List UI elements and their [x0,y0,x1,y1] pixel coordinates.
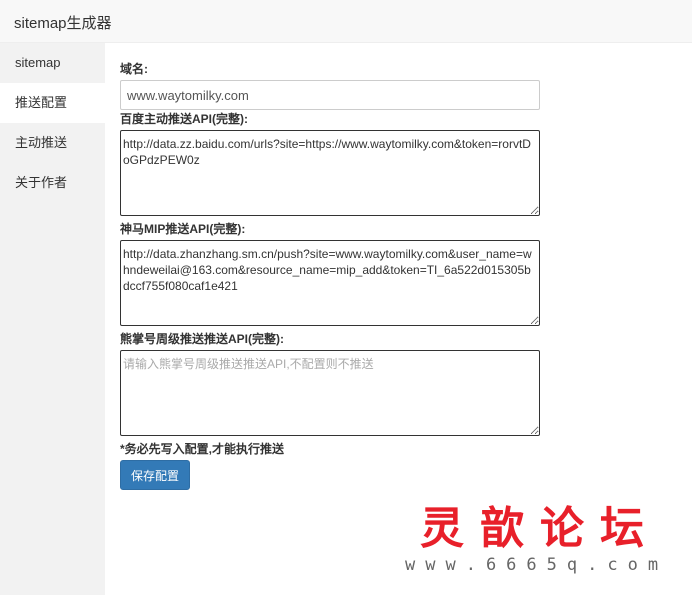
shenma-api-textarea[interactable]: http://data.zhanzhang.sm.cn/push?site=ww… [120,240,540,326]
baidu-api-textarea[interactable]: http://data.zz.baidu.com/urls?site=https… [120,130,540,216]
sidebar-item-push-config[interactable]: 推送配置 [0,83,105,123]
watermark-url: www.6665q.com [405,555,669,575]
sidebar-item-sitemap[interactable]: sitemap [0,43,105,83]
domain-input[interactable] [120,80,540,110]
window-title: sitemap生成器 [14,15,112,32]
domain-label: 域名: [120,62,148,76]
sidebar-item-about-author[interactable]: 关于作者 [0,163,105,203]
xiongzhang-api-label: 熊掌号周级推送推送API(完整): [120,332,284,346]
config-required-note: *务必先写入配置,才能执行推送 [120,442,285,456]
sidebar: sitemap 推送配置 主动推送 关于作者 [0,43,105,595]
sidebar-item-active-push[interactable]: 主动推送 [0,123,105,163]
save-config-button[interactable]: 保存配置 [120,460,190,490]
shenma-api-label: 神马MIP推送API(完整): [120,222,246,236]
watermark: 灵歆论坛 www.6665q.com [405,503,675,576]
xiongzhang-api-textarea[interactable] [120,350,540,436]
baidu-api-label: 百度主动推送API(完整): [120,112,248,126]
window-titlebar: sitemap生成器 [0,0,692,43]
watermark-logo-text: 灵歆论坛 [420,503,660,554]
